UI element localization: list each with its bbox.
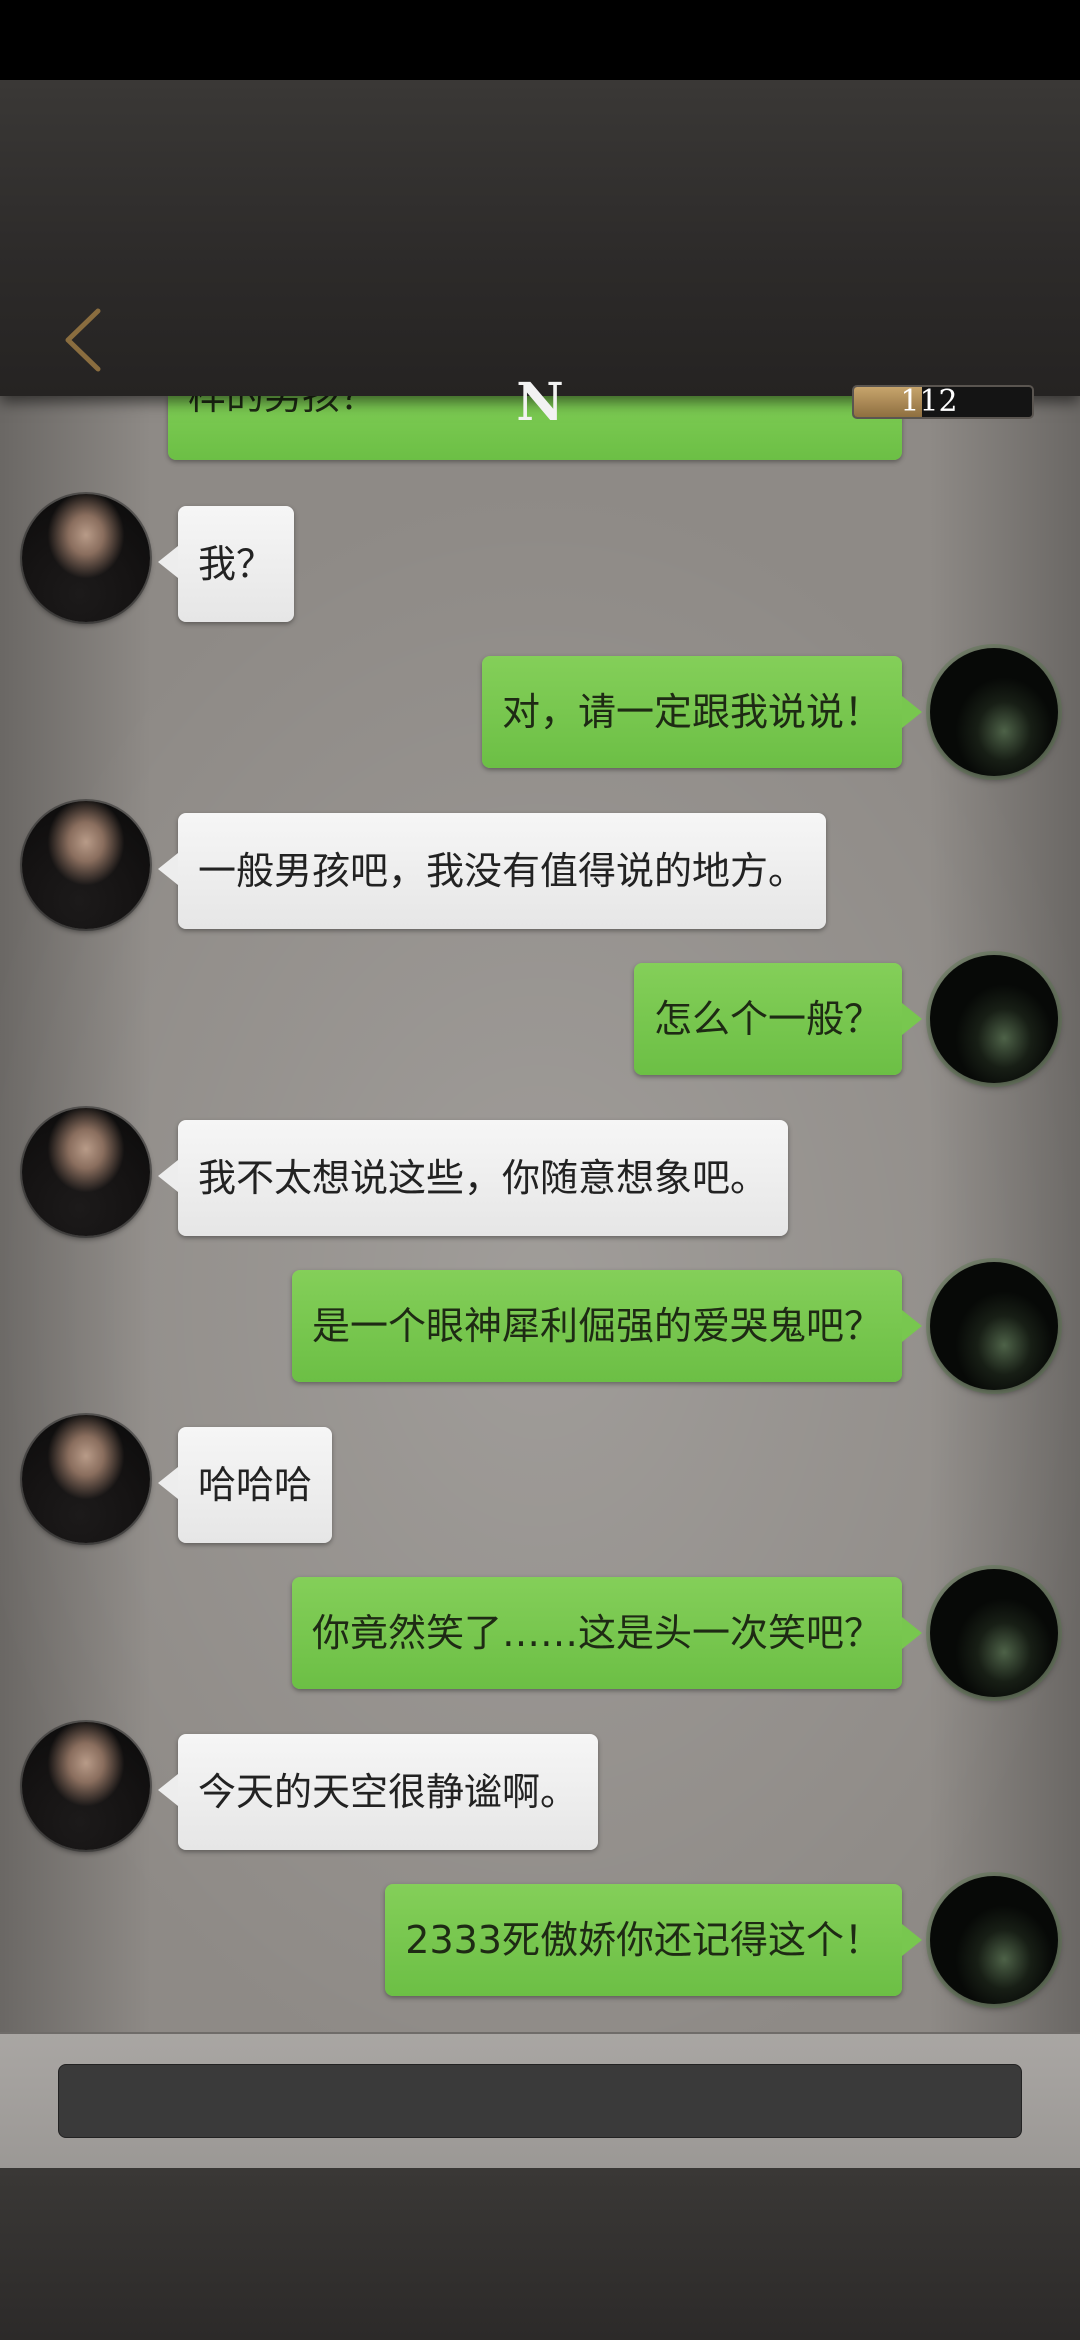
message-row: 我不太想说这些，你随意想象吧。 [0, 1108, 1080, 1238]
message-bubble: 我？ [157, 506, 295, 622]
message-row: 哈哈哈 [0, 1415, 1080, 1545]
user-avatar[interactable] [930, 955, 1058, 1083]
message-row: 你竟然笑了……这是头一次笑吧？ [0, 1569, 1080, 1699]
contact-avatar[interactable] [22, 801, 150, 929]
message-row: 怎么个一般？ [0, 955, 1080, 1085]
message-row: 今天的天空很静谧啊。 [0, 1722, 1080, 1852]
status-bar [0, 0, 1080, 80]
message-bubble: 我不太想说这些，你随意想象吧。 [157, 1120, 789, 1236]
message-text: 怎么个一般？ [653, 997, 882, 1041]
back-button[interactable] [52, 285, 112, 395]
user-avatar[interactable] [930, 1569, 1058, 1697]
message-row: 2333死傲娇你还记得这个！ [0, 1876, 1080, 2006]
message-row: 一般男孩吧，我没有值得说的地方。 [0, 801, 1080, 931]
message-text: 我？ [198, 542, 275, 586]
user-avatar[interactable] [930, 1262, 1058, 1390]
message-text: 对，请一定跟我说说！ [501, 690, 882, 734]
message-text: 你竟然笑了……这是头一次笑吧？ [311, 1611, 882, 1655]
contact-avatar[interactable] [22, 494, 150, 622]
message-text: 我不太想说这些，你随意想象吧。 [198, 1156, 769, 1200]
message-text: 是一个眼神犀利倔强的爱哭鬼吧？ [311, 1304, 882, 1348]
message-text: 2333死傲娇你还记得这个！ [405, 1918, 882, 1962]
message-row: 是一个眼神犀利倔强的爱哭鬼吧？ [0, 1262, 1080, 1392]
message-bubble: 哈哈哈 [157, 1427, 333, 1543]
message-text: 今天的天空很静谧啊。 [198, 1770, 579, 1814]
message-bubble: 今天的天空很静谧啊。 [157, 1734, 599, 1850]
bottom-panel [0, 2168, 1080, 2340]
message-bubble: 你竟然笑了……这是头一次笑吧？ [291, 1577, 923, 1689]
message-input[interactable] [58, 2064, 1022, 2138]
message-bubble: 一般男孩吧，我没有值得说的地方。 [157, 813, 827, 929]
message-row: 我？ [0, 494, 1080, 624]
user-avatar[interactable] [930, 648, 1058, 776]
user-avatar[interactable] [930, 1876, 1058, 2004]
message-bubble: 对，请一定跟我说说！ [481, 656, 923, 768]
input-bar [0, 2032, 1080, 2170]
header: N 112 [0, 80, 1080, 433]
page-title: N [516, 372, 564, 433]
chevron-left-icon [65, 308, 101, 372]
message-text: 哈哈哈 [198, 1463, 313, 1507]
message-text: 一般男孩吧，我没有值得说的地方。 [198, 849, 807, 893]
message-bubble: 是一个眼神犀利倔强的爱哭鬼吧？ [291, 1270, 923, 1382]
progress-value: 112 [900, 385, 958, 419]
progress-bar: 112 [852, 385, 1034, 419]
message-bubble: 怎么个一般？ [633, 963, 923, 1075]
message-text-partial: 样的男孩？ [188, 396, 379, 418]
contact-avatar[interactable] [22, 1415, 150, 1543]
message-bubble: 2333死傲娇你还记得这个！ [385, 1884, 922, 1996]
contact-avatar[interactable] [22, 1108, 150, 1236]
chat-area[interactable]: 样的男孩？ 我？ 对，请一定跟我说说！ 一般男孩吧，我没有值得说的地方。 怎么个… [0, 396, 1080, 2032]
message-row: 对，请一定跟我说说！ [0, 648, 1080, 778]
contact-avatar[interactable] [22, 1722, 150, 1850]
